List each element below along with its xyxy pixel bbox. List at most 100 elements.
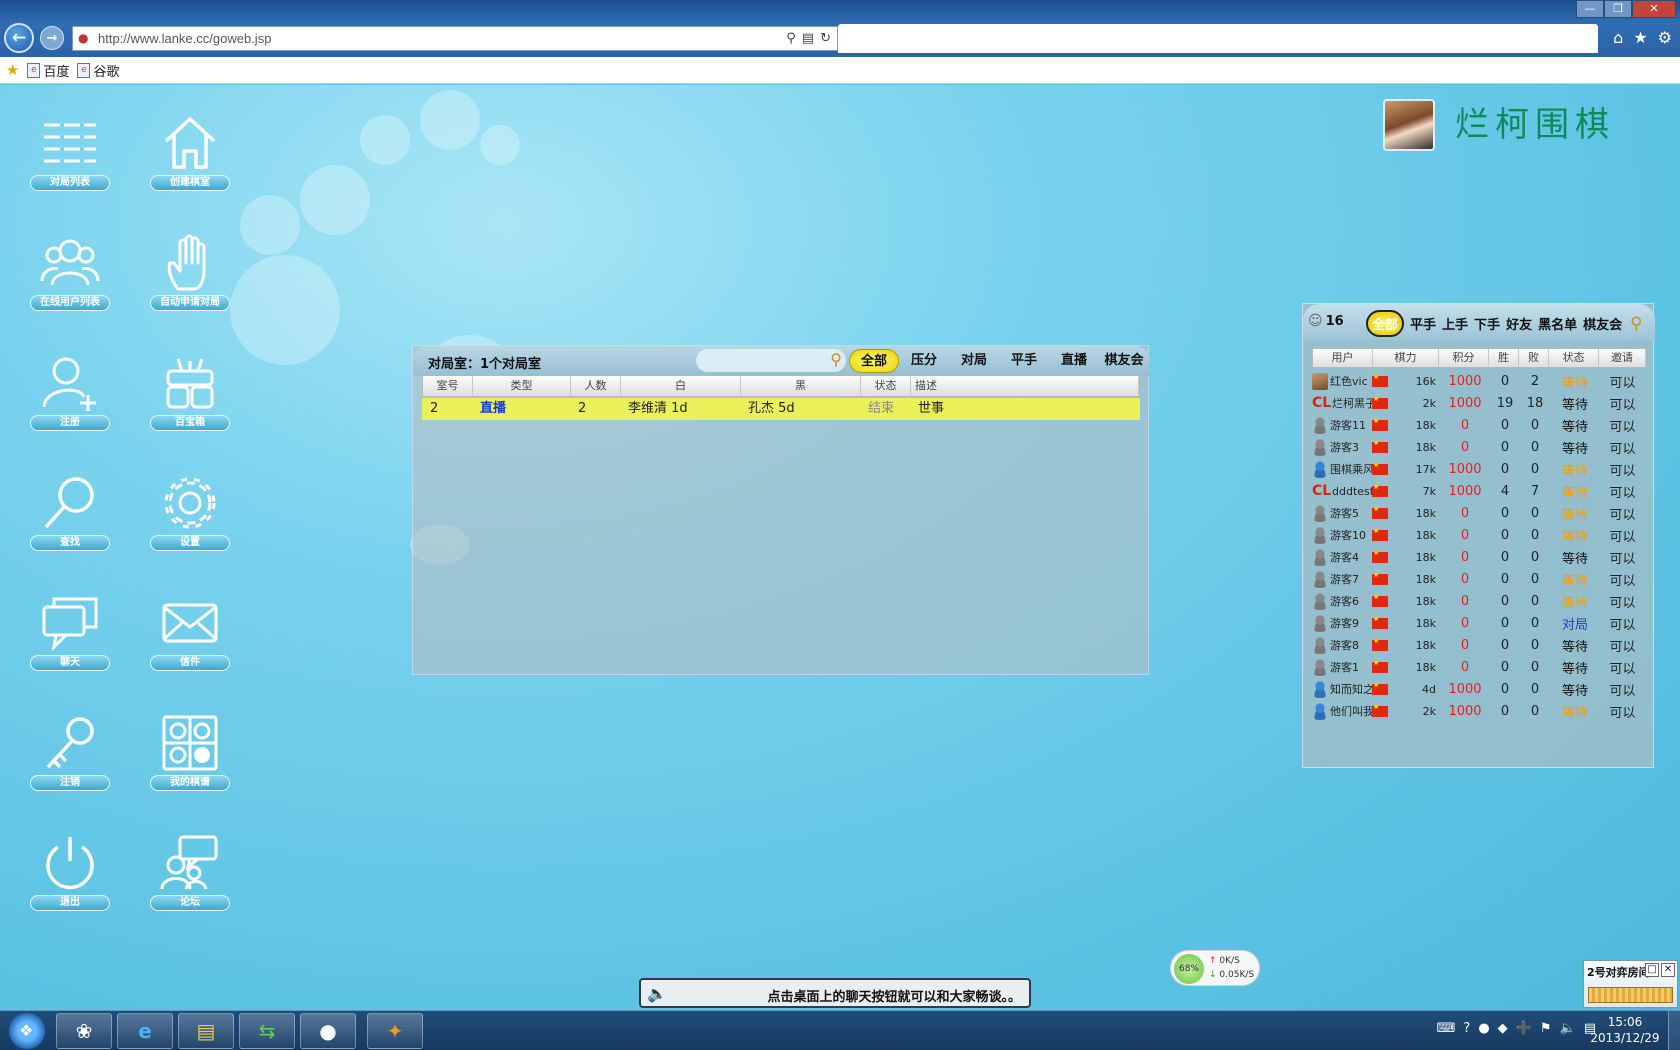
tab-strip[interactable] [838,24,1598,53]
address-url[interactable]: http://www.lanke.cc/goweb.jsp [98,31,786,46]
taskbar-app-media[interactable]: ✦ [367,1013,423,1049]
antivirus-icon[interactable]: ◆ [1498,1021,1508,1036]
desk-icon-toolbox[interactable]: 百宝箱 [140,353,240,443]
user-invite[interactable]: 可以 [1600,636,1645,655]
table-row[interactable]: 他们叫我 2k 1000 0 0 等待可以 [1312,700,1647,722]
table-row[interactable]: 游客4 18k 0 0 0 等待可以 [1312,546,1647,568]
taskbar-app-ie[interactable]: e [117,1013,173,1049]
qq-tray-icon[interactable]: ● [1478,1021,1489,1036]
column-header[interactable]: 胜 [1489,349,1519,367]
desk-icon-online-users[interactable]: 在线用户列表 [20,233,120,323]
volume-icon[interactable]: 🔈 [1560,1021,1576,1036]
tab-all[interactable]: 全部 [1366,310,1405,337]
desk-icon-mail[interactable]: 信件 [140,593,240,683]
table-row[interactable]: 围棋乘风 17k 1000 0 0 等待可以 [1312,458,1647,480]
chat-notice-bar[interactable]: 🔈 点击桌面上的聊天按钮就可以和大家畅谈。。 [639,978,1031,1008]
table-row[interactable]: 游客10 18k 0 0 0 等待可以 [1312,524,1647,546]
table-row[interactable]: CL烂柯黑子 2k 1000 19 18 等待可以 [1312,392,1647,414]
user-invite[interactable]: 可以 [1600,394,1645,413]
table-row[interactable]: 红色vic 16k 1000 0 2 等待可以 [1312,370,1647,392]
column-header[interactable]: 败 [1519,349,1549,367]
address-bar[interactable]: ● http://www.lanke.cc/goweb.jsp ⚲ ▤ ↻ [72,26,838,51]
desk-icon-game-list[interactable]: 对局列表 [20,113,120,203]
desk-icon-my-records[interactable]: 我的棋谱 [140,713,240,803]
desk-icon-create-room[interactable]: 创建棋室 [140,113,240,203]
desk-icon-exit[interactable]: 退出 [20,833,120,923]
show-desktop-button[interactable] [1668,1011,1680,1050]
refresh-icon[interactable]: ↻ [820,31,831,46]
speaker-icon[interactable]: 🔈 [647,984,667,1003]
column-header[interactable]: 室号 [423,376,473,396]
system-clock[interactable]: 15:06 2013/12/29 [1590,1014,1660,1046]
tab-even[interactable]: 平手 [1410,314,1436,333]
avatar[interactable] [1383,99,1435,151]
user-name-cell[interactable]: 游客5 [1312,504,1372,522]
table-row[interactable]: 游客8 18k 0 0 0 等待可以 [1312,634,1647,656]
compat-view-icon[interactable]: ▤ [802,31,814,46]
user-name-cell[interactable]: 游客6 [1312,592,1372,610]
user-name-cell[interactable]: 游客7 [1312,570,1372,588]
tab-club[interactable]: 棋友会 [1099,349,1149,373]
table-row[interactable]: 游客9 18k 0 0 0 对局可以 [1312,612,1647,634]
tab-playing[interactable]: 对局 [949,349,999,373]
plus-icon[interactable]: ➕ [1516,1021,1532,1036]
user-name-cell[interactable]: 红色vic [1312,372,1372,390]
user-name-cell[interactable]: 游客11 [1312,416,1372,434]
desk-icon-forum[interactable]: 论坛 [140,833,240,923]
user-invite[interactable]: 可以 [1600,680,1645,699]
column-header[interactable]: 积分 [1439,349,1489,367]
user-invite[interactable]: 可以 [1600,460,1645,479]
user-name-cell[interactable]: 游客8 [1312,636,1372,654]
help-icon[interactable]: ? [1463,1021,1470,1036]
maximize-button[interactable]: □ [1645,963,1659,977]
table-row[interactable]: 2 直播 2 李维清 1d 孔杰 5d 结束 世事 [422,398,1140,420]
minimize-button[interactable]: — [1576,0,1604,18]
close-button[interactable]: ✕ [1632,0,1676,18]
column-header[interactable]: 状态 [861,376,911,396]
table-row[interactable]: 游客3 18k 0 0 0 等待可以 [1312,436,1647,458]
user-invite[interactable]: 可以 [1600,482,1645,501]
tab-blacklist[interactable]: 黑名单 [1538,314,1577,333]
tab-all[interactable]: 全部 [849,349,899,373]
user-name-cell[interactable]: CL dddtest [1312,483,1372,499]
user-name-cell[interactable]: 游客9 [1312,614,1372,632]
column-header[interactable]: 描述 [911,376,1139,396]
home-icon[interactable]: ⌂ [1613,28,1623,47]
taskbar-app-qq[interactable]: ● [300,1013,356,1049]
forward-button[interactable]: → [40,26,64,50]
column-header[interactable]: 邀请 [1599,349,1646,367]
table-row[interactable]: 游客5 18k 0 0 0 等待可以 [1312,502,1647,524]
desk-icon-logout[interactable]: 注销 [20,713,120,803]
restore-button[interactable]: ❐ [1604,0,1632,18]
user-invite[interactable]: 可以 [1600,658,1645,677]
user-invite[interactable]: 可以 [1600,614,1645,633]
taskbar-app-sync[interactable]: ⇆ [239,1013,295,1049]
user-invite[interactable]: 可以 [1600,416,1645,435]
user-invite[interactable]: 可以 [1600,592,1645,611]
table-row[interactable]: 游客1 18k 0 0 0 等待可以 [1312,656,1647,678]
user-name-cell[interactable]: 游客1 [1312,658,1372,676]
gear-icon[interactable]: ⚙ [1658,28,1672,47]
user-name-cell[interactable]: 知而知之 [1312,680,1372,698]
column-header[interactable]: 类型 [473,376,571,396]
tab-weaker[interactable]: 下手 [1474,314,1500,333]
network-speed-widget[interactable]: 68% ↑ 0K/S ↓ 0.05K/S [1170,950,1260,986]
search-icon[interactable]: ⚲ [830,350,842,369]
tab-club[interactable]: 棋友会 [1583,314,1622,333]
tab-stronger[interactable]: 上手 [1442,314,1468,333]
column-header[interactable]: 黑 [741,376,861,396]
favorites-star-icon[interactable]: ★ [1633,28,1647,47]
table-row[interactable]: 游客11 18k 0 0 0 等待可以 [1312,414,1647,436]
column-header[interactable]: 人数 [571,376,621,396]
column-header[interactable]: 用户 [1313,349,1373,367]
column-header[interactable]: 状态 [1549,349,1599,367]
taskbar-app-pinwheel[interactable]: ❀ [56,1013,112,1049]
user-invite[interactable]: 可以 [1600,526,1645,545]
user-name-cell[interactable]: 游客10 [1312,526,1372,544]
user-name-cell[interactable]: CL 烂柯黑子 [1312,395,1372,411]
favorite-link-baidu[interactable]: e 百度 [27,61,69,80]
start-button[interactable]: ❖ [3,1011,51,1050]
desk-icon-search[interactable]: 查找 [20,473,120,563]
desk-icon-auto-match[interactable]: 自动申请对局 [140,233,240,323]
user-invite[interactable]: 可以 [1600,548,1645,567]
